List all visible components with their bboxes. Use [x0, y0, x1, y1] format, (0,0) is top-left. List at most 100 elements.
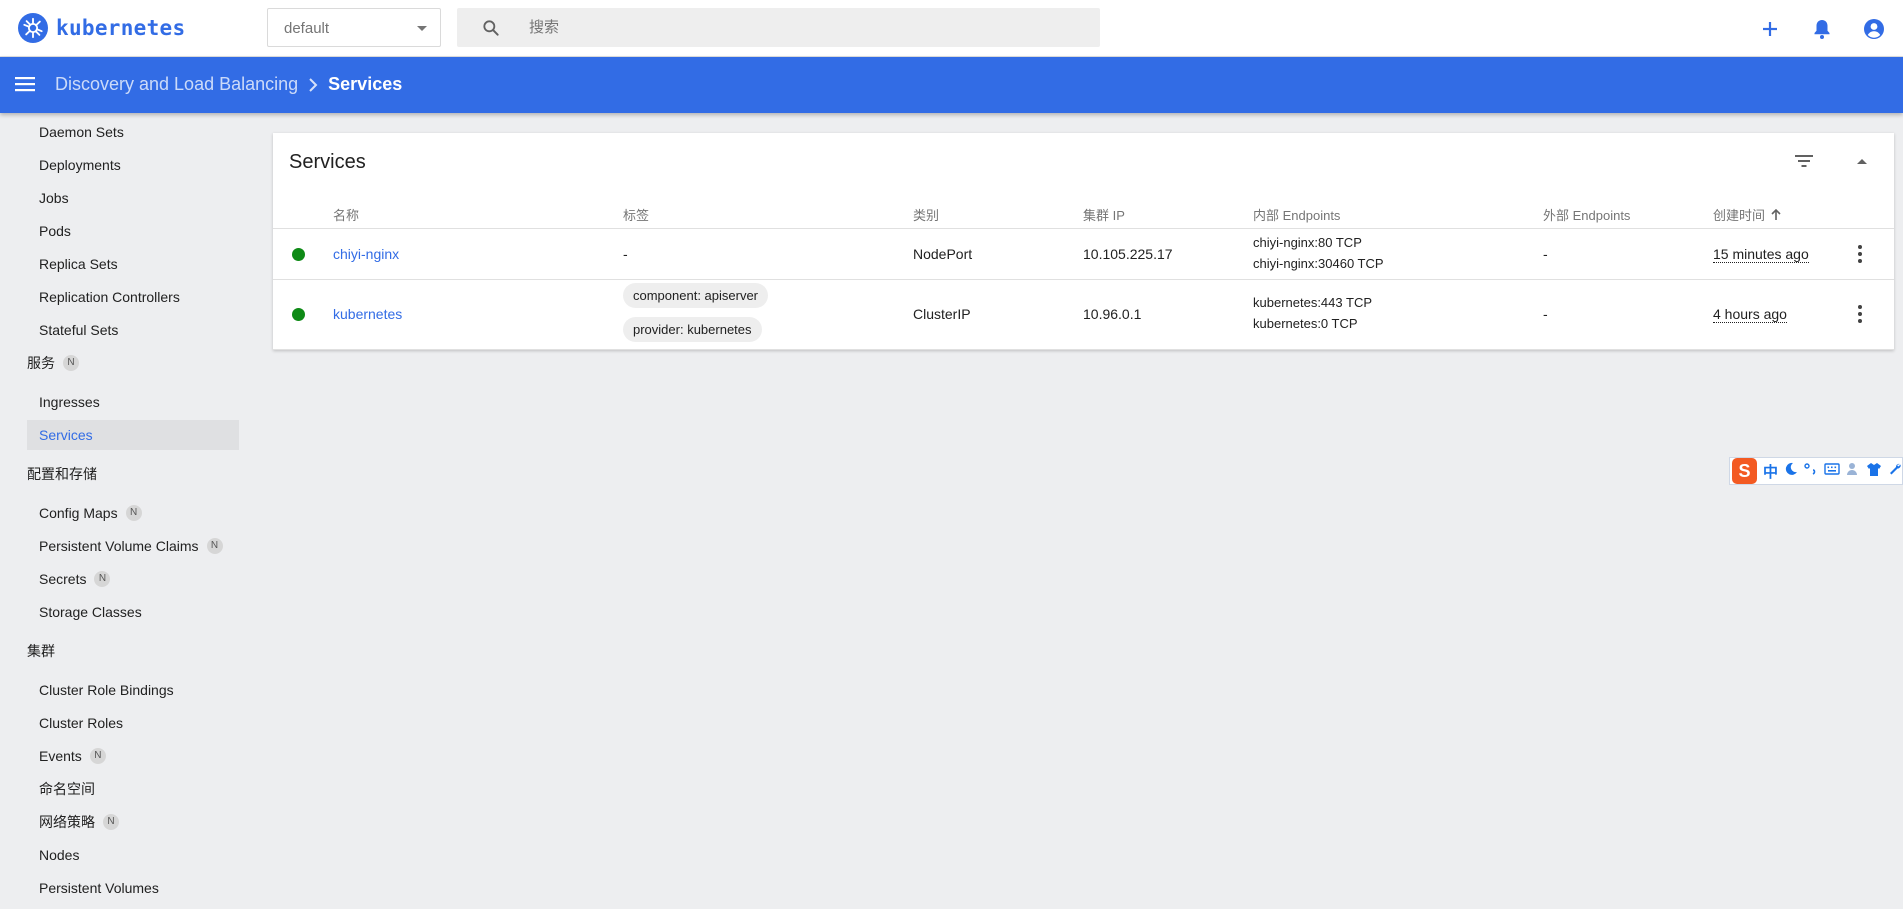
sort-arrow-up-icon — [1771, 208, 1781, 220]
sidebar-item-cluster-roles[interactable]: Cluster Roles — [27, 708, 239, 738]
sidebar-item-label: Cluster Roles — [39, 715, 124, 731]
search-bar[interactable] — [457, 8, 1100, 47]
voice-user-icon[interactable] — [1846, 462, 1860, 481]
top-actions — [1755, 14, 1889, 44]
sidebar-item-cluster-role-bindings[interactable]: Cluster Role Bindings — [27, 675, 239, 705]
sidebar-item-label: 命名空间 — [39, 781, 95, 797]
punctuation-icon[interactable] — [1804, 462, 1818, 481]
sidebar-item-label: Events — [39, 748, 82, 764]
sidebar-item-persistent-volumes[interactable]: Persistent Volumes — [27, 873, 239, 903]
sidebar-item-ingresses[interactable]: Ingresses — [27, 387, 239, 417]
card-title: Services — [289, 151, 366, 173]
helm-wheel-icon — [18, 13, 48, 43]
sidebar-item-label: Persistent Volume Claims — [39, 538, 199, 554]
service-external-endpoints: - — [1543, 306, 1548, 322]
sidebar-item-secrets[interactable]: Secrets N — [27, 564, 239, 594]
service-name-link[interactable]: kubernetes — [333, 306, 402, 322]
keyboard-icon[interactable] — [1824, 462, 1840, 480]
service-created-time: 15 minutes ago — [1713, 246, 1809, 263]
tools-wrench-icon[interactable] — [1888, 462, 1902, 481]
column-header-labels: 标签 — [623, 208, 650, 223]
namespace-value: default — [284, 20, 330, 37]
service-type: NodePort — [913, 246, 973, 262]
column-header-cluster-ip: 集群 IP — [1083, 208, 1125, 223]
status-ok-icon — [292, 308, 305, 321]
column-header-created[interactable]: 创建时间 — [1713, 205, 1781, 224]
sidebar-section-label: 服务 — [27, 355, 55, 371]
sidebar-item-services[interactable]: Services — [27, 420, 239, 450]
breadcrumb: Discovery and Load Balancing Services — [55, 74, 402, 95]
sidebar-item-label: Jobs — [39, 190, 69, 206]
sidebar-item-network-policies[interactable]: 网络策略 N — [27, 807, 239, 837]
sidebar-item-label: Storage Classes — [39, 604, 142, 620]
notifications-bell-icon[interactable] — [1807, 14, 1837, 44]
kubernetes-logo[interactable]: kubernetes — [18, 12, 185, 44]
more-vert-icon[interactable] — [1850, 242, 1870, 266]
sidebar-item-storage-classes[interactable]: Storage Classes — [27, 597, 239, 627]
sidebar-item-replication-controllers[interactable]: Replication Controllers — [27, 282, 239, 312]
skin-shirt-icon[interactable] — [1866, 462, 1882, 481]
account-circle-icon[interactable] — [1859, 14, 1889, 44]
sidebar-item-events[interactable]: Events N — [27, 741, 239, 771]
sidebar-item-deployments[interactable]: Deployments — [27, 150, 239, 180]
add-icon[interactable] — [1755, 14, 1785, 44]
moon-icon[interactable] — [1784, 462, 1798, 481]
column-header-created-label: 创建时间 — [1713, 208, 1766, 223]
sidebar-section-cluster[interactable]: 集群 — [27, 639, 55, 663]
sidebar-item-label: Deployments — [39, 157, 121, 173]
brand-name: kubernetes — [56, 16, 186, 40]
filter-icon[interactable] — [1792, 149, 1816, 173]
column-header-external-endpoints: 外部 Endpoints — [1543, 208, 1631, 223]
more-vert-icon[interactable] — [1850, 302, 1870, 326]
sidebar-item-label: Ingresses — [39, 394, 100, 410]
sidebar-section-config-and-storage[interactable]: 配置和存储 — [27, 462, 97, 486]
caret-down-icon — [417, 26, 427, 31]
sidebar-item-label: Services — [39, 427, 93, 443]
status-ok-icon — [292, 248, 305, 261]
sidebar-item-label: Stateful Sets — [39, 322, 119, 338]
collapse-arrow-icon[interactable] — [1850, 149, 1874, 173]
service-name-link[interactable]: chiyi-nginx — [333, 246, 399, 262]
service-cluster-ip: 10.105.225.17 — [1083, 246, 1173, 262]
services-card: Services 名称 标签 类别 集群 IP 内部 Endpoints 外部 … — [273, 133, 1894, 350]
sidebar-item-namespaces[interactable]: 命名空间 — [27, 774, 239, 804]
sidebar-item-daemon-sets[interactable]: Daemon Sets — [27, 117, 239, 147]
sidebar-item-label: Pods — [39, 223, 71, 239]
sidebar-item-label: Cluster Role Bindings — [39, 682, 174, 698]
namespace-select[interactable]: default — [267, 8, 441, 47]
sidebar-item-stateful-sets[interactable]: Stateful Sets — [27, 315, 239, 345]
column-header-internal-endpoints: 内部 Endpoints — [1253, 208, 1341, 223]
sidebar-item-nodes[interactable]: Nodes — [27, 840, 239, 870]
sidebar-section-services[interactable]: 服务 N — [27, 351, 79, 375]
chevron-right-icon — [308, 77, 318, 92]
menu-icon[interactable] — [14, 73, 40, 97]
sidebar-item-persistent-volume-claims[interactable]: Persistent Volume Claims N — [27, 531, 239, 561]
service-cluster-ip: 10.96.0.1 — [1083, 306, 1142, 322]
label-chip: provider: kubernetes — [623, 317, 762, 342]
label-chip: component: apiserver — [623, 283, 769, 308]
ime-chinese-mode[interactable]: 中 — [1763, 461, 1778, 482]
search-input[interactable] — [529, 8, 1089, 47]
column-header-name[interactable]: 名称 — [333, 205, 359, 224]
sidebar-item-label: Persistent Volumes — [39, 880, 159, 896]
namespaced-badge: N — [206, 538, 223, 554]
search-icon — [481, 18, 501, 43]
namespaced-badge: N — [103, 814, 119, 830]
sidebar-item-pods[interactable]: Pods — [27, 216, 239, 246]
breadcrumb-current: Services — [328, 74, 403, 94]
internal-endpoint: chiyi-nginx:30460 TCP — [1253, 256, 1384, 271]
breadcrumb-parent-link[interactable]: Discovery and Load Balancing — [55, 74, 298, 95]
sidebar-item-config-maps[interactable]: Config Maps N — [27, 498, 239, 528]
sidebar-item-replica-sets[interactable]: Replica Sets — [27, 249, 239, 279]
sidebar-item-label: Nodes — [39, 847, 80, 863]
ime-toolbar[interactable]: S 中 — [1729, 457, 1903, 485]
app-header: Discovery and Load Balancing Services — [0, 57, 1903, 113]
card-actions — [1792, 149, 1874, 173]
sidebar-item-jobs[interactable]: Jobs — [27, 183, 239, 213]
sidebar-item-label: Secrets — [39, 571, 87, 587]
ime-logo-icon[interactable]: S — [1732, 458, 1757, 484]
table-row: chiyi-nginx - NodePort 10.105.225.17 chi… — [273, 229, 1894, 280]
sidebar-section-label: 集群 — [27, 643, 55, 659]
service-labels: - — [623, 246, 628, 262]
sidebar-item-label: Replica Sets — [39, 256, 118, 272]
